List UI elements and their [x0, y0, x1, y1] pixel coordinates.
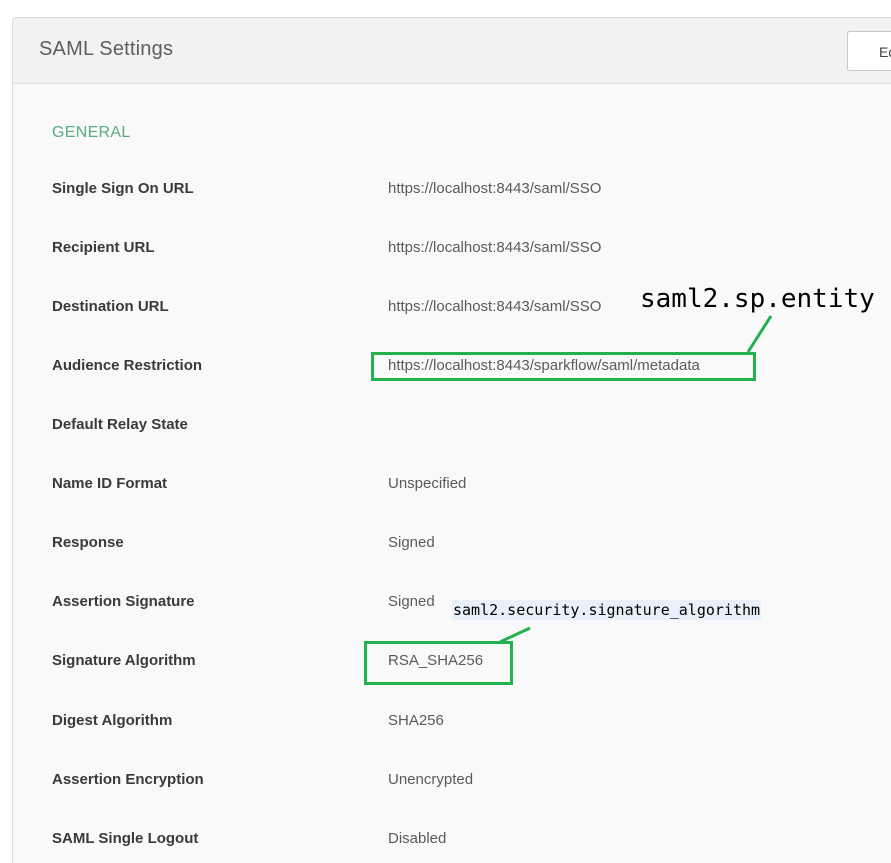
callout-connector-lines [499, 315, 773, 644]
entity-id-callout-label: saml2.sp.entity [640, 284, 875, 314]
signature-callout-pointer [499, 626, 531, 644]
signature-algorithm-callout-label: saml2.security.signature_algorithm [452, 600, 762, 620]
entity-callout-pointer [746, 315, 773, 353]
